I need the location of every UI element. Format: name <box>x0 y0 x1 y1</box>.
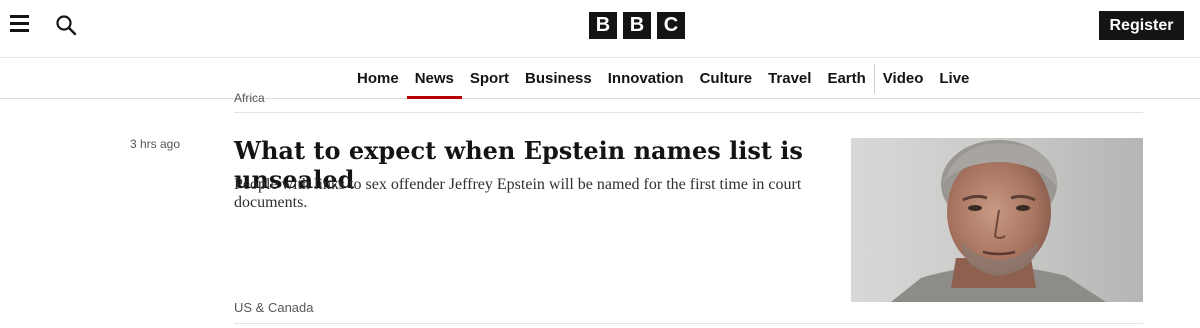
logo-letter: C <box>657 12 685 39</box>
nav-item-travel[interactable]: Travel <box>760 58 819 99</box>
main-nav: Home News Sport Business Innovation Cult… <box>349 58 977 99</box>
nav-bar: Home News Sport Business Innovation Cult… <box>0 58 1200 99</box>
divider <box>234 112 1143 113</box>
divider <box>234 323 1143 324</box>
article-topic-tag[interactable]: US & Canada <box>234 300 314 315</box>
logo-letter: B <box>623 12 651 39</box>
nav-item-sport[interactable]: Sport <box>462 58 517 99</box>
article-photo[interactable] <box>851 138 1143 302</box>
bbc-logo[interactable]: B B C <box>589 12 685 39</box>
logo-letter: B <box>589 12 617 39</box>
nav-item-news[interactable]: News <box>406 58 463 99</box>
top-bar: B B C Register <box>0 0 1200 58</box>
nav-item-culture[interactable]: Culture <box>692 58 761 99</box>
register-button[interactable]: Register <box>1099 11 1184 40</box>
article-timestamp: 3 hrs ago <box>130 137 181 151</box>
search-icon[interactable] <box>54 13 78 37</box>
article-summary: People with links to sex offender Jeffre… <box>234 176 802 211</box>
previous-article-topic[interactable]: Africa <box>234 91 265 105</box>
menu-icon[interactable] <box>10 14 30 34</box>
nav-item-earth[interactable]: Earth <box>819 58 873 99</box>
nav-item-live[interactable]: Live <box>931 58 977 99</box>
nav-item-business[interactable]: Business <box>517 58 600 99</box>
nav-item-video[interactable]: Video <box>875 58 932 99</box>
nav-item-home[interactable]: Home <box>349 58 407 99</box>
nav-item-innovation[interactable]: Innovation <box>600 58 692 99</box>
